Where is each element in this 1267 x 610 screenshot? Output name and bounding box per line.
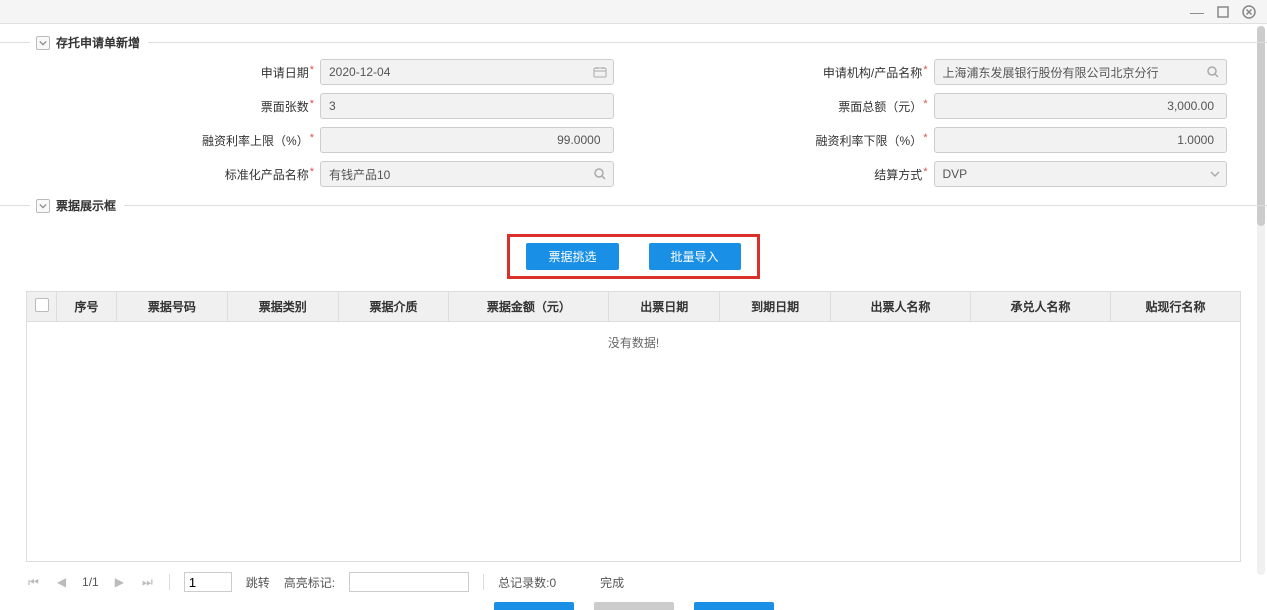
label-apply-date: 申请日期* [40, 64, 320, 81]
section-title: 票据展示框 [56, 197, 116, 214]
collapse-toggle-icon[interactable] [36, 199, 50, 213]
input-std-product[interactable]: 有钱产品10 [320, 161, 614, 187]
col-drawer: 出票人名称 [831, 292, 971, 322]
close-icon[interactable] [1241, 4, 1257, 20]
input-face-count[interactable]: 3 [320, 93, 614, 119]
pick-bills-button[interactable]: 票据挑选 [526, 243, 618, 270]
page-number-input[interactable] [184, 572, 232, 592]
pagination-bar: ⏮ ◀ 1/1 ▶ ⏭ 跳转 高亮标记: 总记录数:0 完成 [26, 568, 1241, 596]
footer-button-3[interactable] [694, 602, 774, 610]
select-settle-mode[interactable]: DVP [934, 161, 1228, 187]
vertical-scrollbar[interactable] [1257, 26, 1265, 575]
chevron-down-icon [1210, 169, 1220, 179]
scrollbar-thumb[interactable] [1257, 26, 1265, 226]
minimize-icon[interactable]: — [1189, 4, 1205, 20]
input-apply-date[interactable]: 2020-12-04 [320, 59, 614, 85]
col-acceptor: 承兑人名称 [971, 292, 1111, 322]
page-info: 1/1 [82, 575, 99, 589]
highlight-label: 高亮标记: [284, 574, 335, 591]
window-controls: — [1189, 4, 1257, 20]
header-checkbox[interactable] [27, 292, 57, 322]
label-face-total: 票面总额（元）* [654, 98, 934, 115]
section-deposit-request: 存托申请单新增 [0, 34, 1267, 51]
collapse-toggle-icon[interactable] [36, 36, 50, 50]
label-std-product: 标准化产品名称* [40, 166, 320, 183]
col-bill-medium: 票据介质 [338, 292, 449, 322]
footer-button-1[interactable] [494, 602, 574, 610]
jump-label[interactable]: 跳转 [246, 574, 270, 591]
footer-buttons [0, 596, 1267, 610]
footer-button-2[interactable] [594, 602, 674, 610]
label-rate-lower: 融资利率下限（%）* [654, 132, 934, 149]
search-icon [594, 168, 607, 181]
col-bill-type: 票据类别 [227, 292, 338, 322]
calendar-icon [593, 66, 607, 78]
action-buttons: 票据挑选 批量导入 [0, 222, 1267, 291]
total-records: 总记录数:0 [498, 574, 556, 591]
next-page-icon[interactable]: ▶ [113, 575, 126, 589]
section-title: 存托申请单新增 [56, 34, 140, 51]
input-apply-org[interactable]: 上海浦东发展银行股份有限公司北京分行 [934, 59, 1228, 85]
section-bill-display: 票据展示框 [0, 197, 1267, 214]
highlight-input[interactable] [349, 572, 469, 592]
label-face-count: 票面张数* [40, 98, 320, 115]
label-rate-upper: 融资利率上限（%）* [40, 132, 320, 149]
col-discount-bank: 贴现行名称 [1111, 292, 1241, 322]
bulk-import-button[interactable]: 批量导入 [649, 243, 741, 270]
input-rate-lower[interactable]: 1.0000 [934, 127, 1228, 153]
table-body: 没有数据! [26, 322, 1241, 562]
input-rate-upper[interactable]: 99.0000 [320, 127, 614, 153]
status-text: 完成 [600, 574, 624, 591]
label-settle-mode: 结算方式* [654, 166, 934, 183]
maximize-icon[interactable] [1215, 4, 1231, 20]
col-due-date: 到期日期 [720, 292, 831, 322]
col-bill-no: 票据号码 [117, 292, 228, 322]
title-bar [0, 0, 1267, 24]
search-icon [1207, 66, 1220, 79]
highlight-annotation: 票据挑选 批量导入 [507, 234, 759, 279]
col-issue-date: 出票日期 [609, 292, 720, 322]
no-data-text: 没有数据! [27, 322, 1240, 351]
bill-table: 序号 票据号码 票据类别 票据介质 票据金额（元） 出票日期 到期日期 出票人名… [26, 291, 1241, 562]
form-grid: 申请日期* 2020-12-04 申请机构/产品名称* 上海浦东发展银行股份有限… [0, 59, 1267, 187]
col-seq: 序号 [57, 292, 117, 322]
input-face-total[interactable]: 3,000.00 [934, 93, 1228, 119]
label-apply-org: 申请机构/产品名称* [654, 64, 934, 81]
col-amount: 票据金额（元） [449, 292, 609, 322]
prev-page-icon[interactable]: ◀ [55, 575, 68, 589]
